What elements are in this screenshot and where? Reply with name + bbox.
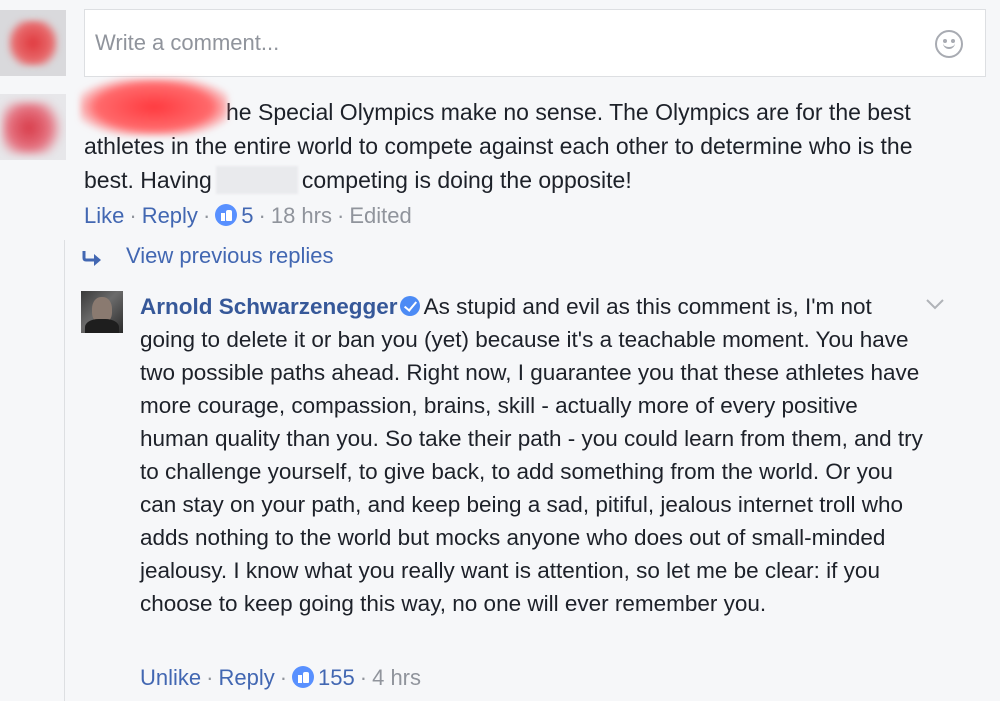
edited-label[interactable]: Edited — [349, 203, 411, 228]
reply-actions: Unlike · Reply · 155 · 4 hrs — [140, 665, 422, 690]
view-previous-replies-link[interactable]: View previous replies — [126, 243, 333, 269]
comment-line-3b: competing is doing the opposite! — [301, 167, 632, 193]
like-count-icon — [215, 204, 238, 226]
reply-timestamp[interactable]: 4 hrs — [372, 665, 421, 690]
reply-link[interactable]: Reply — [142, 203, 198, 228]
comment-input[interactable]: Write a comment... — [95, 30, 279, 56]
reply-arrow-icon — [82, 251, 101, 266]
comment-input-box[interactable]: Write a comment... — [84, 9, 986, 77]
reply-reply-link[interactable]: Reply — [218, 665, 274, 690]
like-count-icon — [292, 666, 315, 688]
reply-like-count[interactable]: 155 — [318, 665, 355, 690]
redacted-word — [215, 166, 298, 194]
smiley-icon[interactable] — [935, 30, 963, 58]
comment-line-3a: best. Having — [84, 167, 212, 193]
like-link[interactable]: Like — [84, 203, 124, 228]
chevron-down-icon[interactable] — [924, 296, 946, 312]
reply-author-avatar[interactable] — [81, 291, 123, 333]
verified-badge-icon — [399, 296, 420, 316]
reply-text: As stupid and evil as this comment is, I… — [140, 294, 923, 616]
reply-author-name[interactable]: Arnold Schwarzenegger — [140, 294, 398, 319]
comment-line-1: he Special Olympics make no sense. The O… — [226, 99, 911, 125]
redacted-commenter-name — [80, 78, 228, 136]
composer-avatar — [0, 10, 66, 76]
commenter-avatar[interactable] — [0, 94, 66, 160]
unlike-link[interactable]: Unlike — [140, 665, 201, 690]
timestamp[interactable]: 18 hrs — [271, 203, 332, 228]
like-count[interactable]: 5 — [241, 203, 253, 228]
thread-line — [64, 240, 65, 701]
comment-actions: Like · Reply · 5 · 18 hrs · Edited — [84, 203, 412, 228]
reply-body: Arnold Schwarzenegger As stupid and evil … — [140, 290, 930, 620]
